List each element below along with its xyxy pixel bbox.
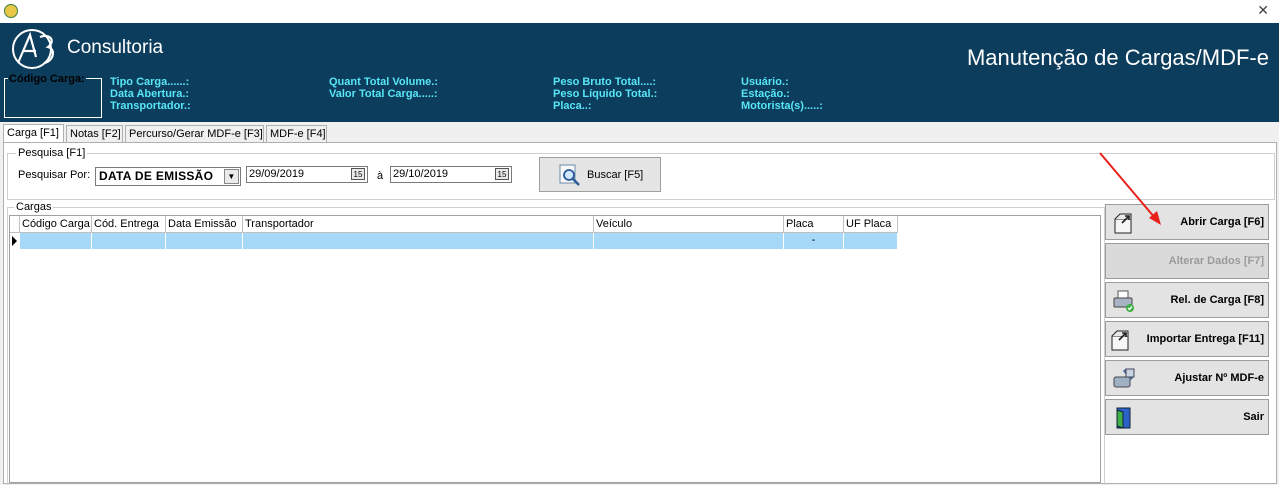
col-header-veiculo[interactable]: Veículo xyxy=(594,216,784,233)
info-valor-total-carga: Valor Total Carga.....: xyxy=(329,88,438,100)
calendar-icon[interactable]: 15 xyxy=(495,168,509,180)
logo-text: Consultoria xyxy=(67,37,164,58)
buscar-button[interactable]: Buscar [F5] xyxy=(539,157,661,192)
info-col-4: Usuário.: Estação.: Motorista(s).....: xyxy=(741,76,823,112)
cell-veiculo[interactable] xyxy=(594,233,784,249)
col-header-transportador[interactable]: Transportador xyxy=(243,216,594,233)
row-pointer-icon xyxy=(12,236,17,246)
rel-carga-label: Rel. de Carga [F8] xyxy=(1170,294,1264,306)
alterar-dados-label: Alterar Dados [F7] xyxy=(1168,255,1264,267)
header-banner: Consultoria Manutenção de Cargas/MDF-e C… xyxy=(0,23,1279,122)
ajustar-mdfe-button[interactable]: Ajustar Nº MDF-e xyxy=(1105,360,1269,396)
info-data-abertura: Data Abertura.: xyxy=(110,88,190,100)
tab-mdfe[interactable]: MDF-e [F4] xyxy=(266,125,327,142)
rel-carga-button[interactable]: Rel. de Carga [F8] xyxy=(1105,282,1269,318)
carga-tab-panel: Pesquisa [F1] Pesquisar Por: DATA DE EMI… xyxy=(3,142,1277,485)
info-tipo-carga: Tipo Carga......: xyxy=(110,76,190,88)
col-header-uf-placa[interactable]: UF Placa xyxy=(844,216,898,233)
printer-icon xyxy=(1113,290,1134,312)
date-from-field[interactable]: 29/09/2019 15 xyxy=(246,166,368,183)
info-peso-bruto-total: Peso Bruto Total....: xyxy=(553,76,657,88)
cell-cod-entrega[interactable] xyxy=(92,233,166,249)
page-title: Manutenção de Cargas/MDF-e xyxy=(966,45,1269,70)
info-motoristas: Motorista(s).....: xyxy=(741,100,823,112)
info-quant-total-volume: Quant Total Volume.: xyxy=(329,76,438,88)
info-col-3: Peso Bruto Total....: Peso Líquido Total… xyxy=(553,76,657,112)
info-estacao: Estação.: xyxy=(741,88,790,100)
date-from-value: 29/09/2019 xyxy=(249,168,305,180)
codigo-carga-label: Código Carga: xyxy=(8,73,86,85)
cargas-grid[interactable]: Código Carga Cód. Entrega Data Emissão T… xyxy=(9,215,1101,483)
annotation-arrow-icon xyxy=(1099,152,1161,225)
sair-button[interactable]: Sair xyxy=(1105,399,1269,435)
pesquisar-por-label: Pesquisar Por: xyxy=(18,169,91,181)
cell-transportador[interactable] xyxy=(243,233,594,249)
sair-label: Sair xyxy=(1243,411,1264,423)
grid-corner xyxy=(10,216,20,233)
tab-notas[interactable]: Notas [F2] xyxy=(66,125,123,142)
tab-percurso-gerar-mdfe[interactable]: Percurso/Gerar MDF-e [F3] xyxy=(125,125,264,142)
pesquisar-por-select[interactable]: DATA DE EMISSÃO ▼ xyxy=(95,167,241,186)
app-icon xyxy=(4,4,18,18)
importar-entrega-label: Importar Entrega [F11] xyxy=(1146,333,1264,345)
importar-entrega-button[interactable]: Importar Entrega [F11] xyxy=(1105,321,1269,357)
alterar-dados-button[interactable]: Alterar Dados [F7] xyxy=(1105,243,1269,279)
date-to-field[interactable]: 29/10/2019 15 xyxy=(390,166,512,183)
window-titlebar: ✕ xyxy=(0,0,1279,23)
date-to-value: 29/10/2019 xyxy=(393,168,449,180)
info-transportador: Transportador.: xyxy=(110,100,191,112)
cell-placa[interactable]: - xyxy=(784,233,844,249)
close-icon[interactable]: ✕ xyxy=(1257,2,1269,19)
import-folder-icon xyxy=(1111,330,1129,351)
ajustar-mdfe-label: Ajustar Nº MDF-e xyxy=(1174,372,1264,384)
buscar-button-label: Buscar [F5] xyxy=(587,169,644,181)
abrir-carga-label: Abrir Carga [F6] xyxy=(1180,216,1264,228)
info-placa: Placa..: xyxy=(553,100,592,112)
calendar-icon[interactable]: 15 xyxy=(351,168,365,180)
logo-icon xyxy=(12,29,54,69)
info-col-2: Quant Total Volume.: Valor Total Carga..… xyxy=(329,76,438,100)
info-usuario: Usuário.: xyxy=(741,76,789,88)
date-range-separator: à xyxy=(377,170,384,182)
col-header-cod-entrega[interactable]: Cód. Entrega xyxy=(92,216,166,233)
row-indicator xyxy=(10,233,20,249)
col-header-data-emissao[interactable]: Data Emissão xyxy=(166,216,243,233)
cargas-group-label: Cargas xyxy=(14,201,54,213)
cell-data-emissao[interactable] xyxy=(166,233,243,249)
info-peso-liquido-total: Peso Líquido Total.: xyxy=(553,88,658,100)
col-header-placa[interactable]: Placa xyxy=(784,216,844,233)
tools-icon xyxy=(1113,368,1135,388)
cell-uf-placa[interactable] xyxy=(844,233,898,249)
cell-codigo-carga[interactable] xyxy=(20,233,92,249)
col-header-codigo-carga[interactable]: Código Carga xyxy=(20,216,92,233)
search-icon xyxy=(559,164,580,186)
chevron-down-icon[interactable]: ▼ xyxy=(224,169,239,184)
pesquisa-group-label: Pesquisa [F1] xyxy=(16,147,88,159)
info-col-1: Tipo Carga......: Data Abertura.: Transp… xyxy=(110,76,191,112)
pesquisar-por-value: DATA DE EMISSÃO xyxy=(99,169,214,183)
tab-carga[interactable]: Carga [F1] xyxy=(3,124,64,142)
exit-door-icon xyxy=(1116,407,1131,429)
